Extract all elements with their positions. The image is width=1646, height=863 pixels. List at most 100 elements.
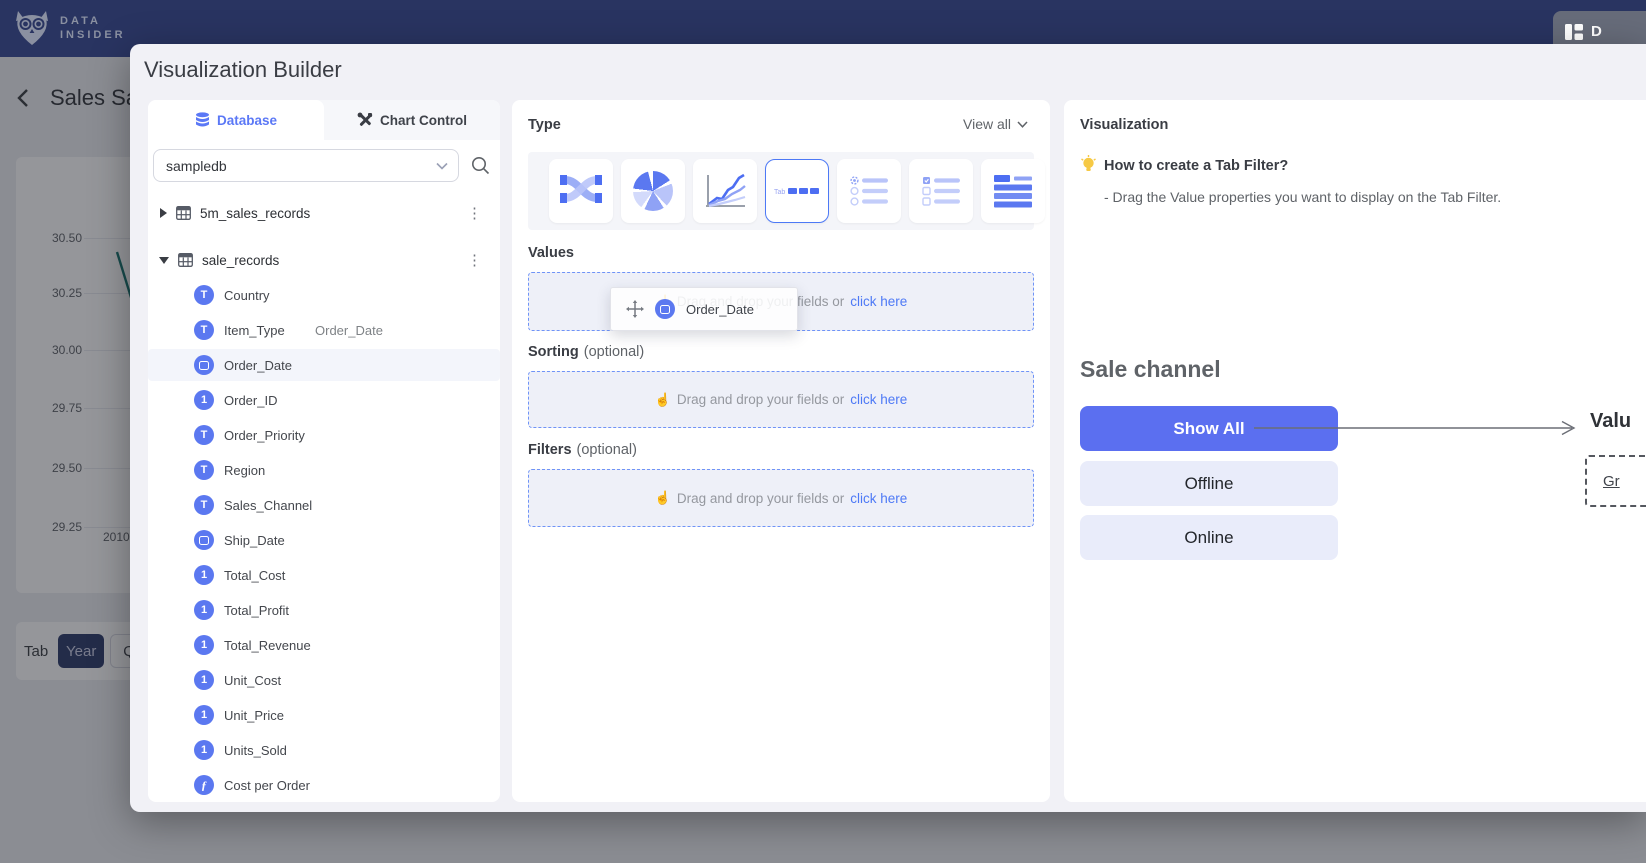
text-type-icon: T (194, 425, 214, 445)
filters-click-here-link[interactable]: click here (850, 491, 907, 506)
field-row[interactable]: T Sales_Channel (148, 489, 488, 521)
number-type-icon: 1 (194, 390, 214, 410)
table-icon (176, 206, 191, 220)
expand-caret-icon[interactable] (160, 208, 167, 218)
field-row[interactable]: 1 Total_Cost (148, 559, 488, 591)
tab-option-offline[interactable]: Offline (1080, 461, 1338, 506)
left-panel-tabs: Database Chart Control (148, 100, 500, 140)
sankey-icon (559, 174, 603, 208)
date-type-icon (194, 355, 214, 375)
visualization-builder-modal: Visualization Builder Database (130, 44, 1646, 812)
tab-option-online[interactable]: Online (1080, 515, 1338, 560)
chart-config-panel: Type View all (512, 100, 1050, 802)
radio-list-icon (850, 176, 888, 206)
chart-type-line[interactable] (693, 159, 757, 223)
brand-line1: DATA (60, 14, 126, 28)
database-panel: Database Chart Control sampledb (148, 100, 500, 802)
field-row[interactable]: T Order_Priority (148, 419, 488, 451)
table-menu-icon[interactable]: ⋮ (467, 251, 482, 269)
number-type-icon: 1 (194, 740, 214, 760)
tools-icon (357, 112, 373, 128)
type-section-label: Type (528, 117, 561, 133)
brand-line2: INSIDER (60, 28, 126, 42)
field-row[interactable]: T Region (148, 454, 488, 486)
dashboard-icon (1565, 24, 1583, 40)
lightbulb-icon (1080, 155, 1097, 175)
tip-title: How to create a Tab Filter? (1104, 158, 1288, 174)
chart-type-sankey[interactable] (549, 159, 613, 223)
filters-dropzone[interactable]: ☝ Drag and drop your fields or click her… (528, 469, 1034, 527)
field-row-selected[interactable]: Order_Date (148, 349, 500, 381)
datasource-select[interactable]: sampledb (153, 149, 459, 182)
chart-type-radio-list[interactable] (837, 159, 901, 223)
date-type-icon (655, 299, 675, 319)
field-row[interactable]: 1 Total_Revenue (148, 629, 488, 661)
dragged-field-chip[interactable]: Order_Date (610, 287, 798, 331)
text-type-icon: T (194, 495, 214, 515)
move-icon (626, 300, 644, 318)
field-row[interactable]: Ship_Date (148, 524, 488, 556)
text-type-icon: T (194, 320, 214, 340)
values-click-here-link[interactable]: click here (850, 294, 907, 309)
table-row-sale-records[interactable]: sale_records ⋮ (148, 244, 500, 276)
text-type-icon: T (194, 285, 214, 305)
view-all-button[interactable]: View all (963, 116, 1028, 132)
number-type-icon: 1 (194, 635, 214, 655)
collapse-caret-icon[interactable] (159, 257, 169, 264)
chart-type-tab-filter[interactable]: Tab (765, 159, 829, 223)
chart-type-checkbox-list[interactable] (909, 159, 973, 223)
table-menu-icon[interactable]: ⋮ (467, 204, 482, 222)
screen: Sales Sa 30.50 30.25 30.00 29.75 29.50 2… (0, 0, 1646, 863)
field-row[interactable]: ƒ Cost per Order (148, 769, 488, 801)
chevron-down-icon (1017, 121, 1028, 128)
sorting-click-here-link[interactable]: click here (850, 392, 907, 407)
owl-logo-icon (14, 9, 50, 47)
pie-icon (633, 171, 673, 211)
table-row-5m-sales-records[interactable]: 5m_sales_records ⋮ (148, 197, 500, 229)
table-icon (178, 253, 193, 267)
field-row[interactable]: 1 Units_Sold (148, 734, 488, 766)
drag-hand-icon: ☝ (655, 392, 671, 408)
database-icon (195, 112, 210, 128)
date-type-icon (194, 530, 214, 550)
sorting-section-label: Sorting (optional) (528, 344, 644, 360)
table-list-icon (993, 174, 1033, 208)
drag-ghost-label: Order_Date (315, 323, 383, 338)
number-type-icon: 1 (194, 670, 214, 690)
visualization-header: Visualization (1080, 117, 1168, 133)
chart-type-pie[interactable] (621, 159, 685, 223)
values-section-label: Values (528, 245, 574, 261)
number-type-icon: 1 (194, 565, 214, 585)
chart-type-strip: Tab (528, 152, 1034, 230)
svg-text:Tab: Tab (774, 189, 785, 196)
modal-title: Visualization Builder (144, 57, 342, 83)
annotation-arrow (1254, 418, 1584, 438)
formula-type-icon: ƒ (194, 775, 214, 795)
number-type-icon: 1 (194, 600, 214, 620)
search-icon[interactable] (471, 156, 490, 175)
drag-hand-icon: ☝ (655, 490, 671, 506)
annotation-group-box[interactable]: Gr (1585, 455, 1646, 507)
line-chart-icon (704, 173, 746, 209)
field-row[interactable]: 1 Order_ID (148, 384, 488, 416)
tab-filter-icon: Tab (774, 184, 820, 198)
text-type-icon: T (194, 460, 214, 480)
tab-database[interactable]: Database (148, 100, 324, 140)
filters-section-label: Filters (optional) (528, 442, 637, 458)
visualization-panel: Visualization How to create a Tab Filter… (1064, 100, 1646, 802)
annotation-group-link[interactable]: Gr (1603, 473, 1620, 490)
drag-chip-label: Order_Date (686, 302, 754, 317)
field-row[interactable]: T Country (148, 279, 488, 311)
tab-chart-control[interactable]: Chart Control (324, 100, 500, 140)
field-row[interactable]: 1 Unit_Price (148, 699, 488, 731)
field-row[interactable]: 1 Unit_Cost (148, 664, 488, 696)
tip-body: - Drag the Value properties you want to … (1104, 189, 1501, 205)
field-row[interactable]: 1 Total_Profit (148, 594, 488, 626)
chevron-down-icon (436, 162, 448, 170)
chart-type-table[interactable] (981, 159, 1045, 223)
brand-logo[interactable]: DATA INSIDER (14, 9, 126, 47)
annotation-value-label: Valu (1590, 410, 1631, 433)
sorting-dropzone[interactable]: ☝ Drag and drop your fields or click her… (528, 371, 1034, 428)
preview-title: Sale channel (1080, 356, 1221, 383)
checkbox-list-icon (922, 176, 960, 206)
